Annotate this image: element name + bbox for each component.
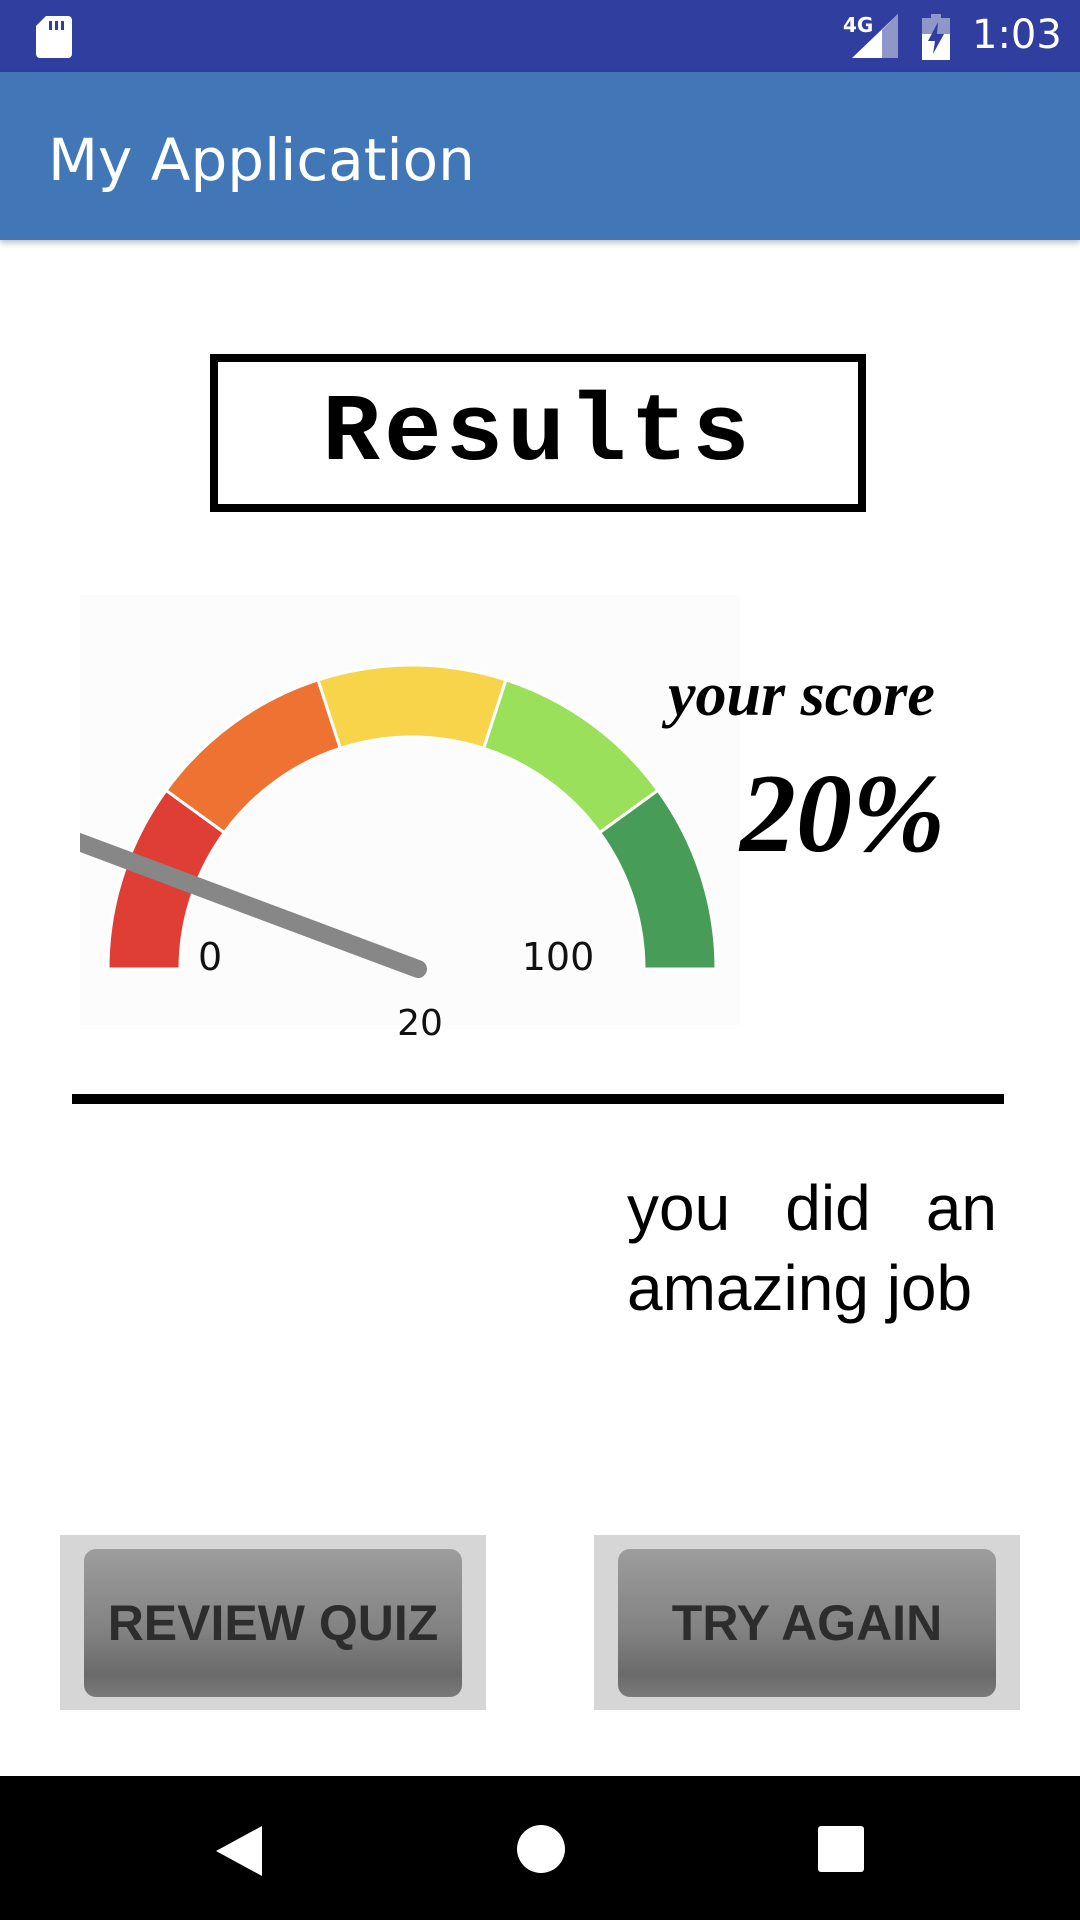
review-quiz-frame: REVIEW QUIZ bbox=[60, 1535, 486, 1710]
home-icon[interactable] bbox=[516, 1824, 566, 1874]
score-gauge: 0 100 20 20 bbox=[80, 595, 740, 1055]
review-quiz-button[interactable]: REVIEW QUIZ bbox=[84, 1549, 462, 1697]
score-label: your score bbox=[668, 661, 935, 729]
results-heading: Results bbox=[322, 378, 754, 488]
score-value: 20% bbox=[740, 752, 946, 876]
signal-icon bbox=[852, 14, 898, 58]
app-bar: My Application bbox=[0, 72, 1080, 240]
sd-card-icon bbox=[36, 16, 72, 58]
results-heading-box: Results bbox=[210, 354, 866, 512]
try-again-frame: TRY AGAIN bbox=[594, 1535, 1020, 1710]
gauge-value-label: 20 bbox=[397, 1003, 443, 1044]
gauge-segment bbox=[316, 663, 508, 751]
try-again-button[interactable]: TRY AGAIN bbox=[618, 1549, 996, 1697]
back-icon[interactable] bbox=[216, 1826, 262, 1876]
result-message: you did an amazing job bbox=[627, 1172, 997, 1324]
recents-icon[interactable] bbox=[818, 1826, 864, 1872]
divider bbox=[72, 1094, 1004, 1104]
gauge-min-label: 0 bbox=[198, 935, 222, 979]
battery-charging-icon bbox=[922, 14, 950, 60]
status-bar: 4G 1:03 bbox=[0, 0, 1080, 72]
status-clock: 1:03 bbox=[972, 12, 1062, 58]
app-title: My Application bbox=[48, 126, 475, 194]
gauge-max-label: 100 bbox=[522, 935, 595, 979]
